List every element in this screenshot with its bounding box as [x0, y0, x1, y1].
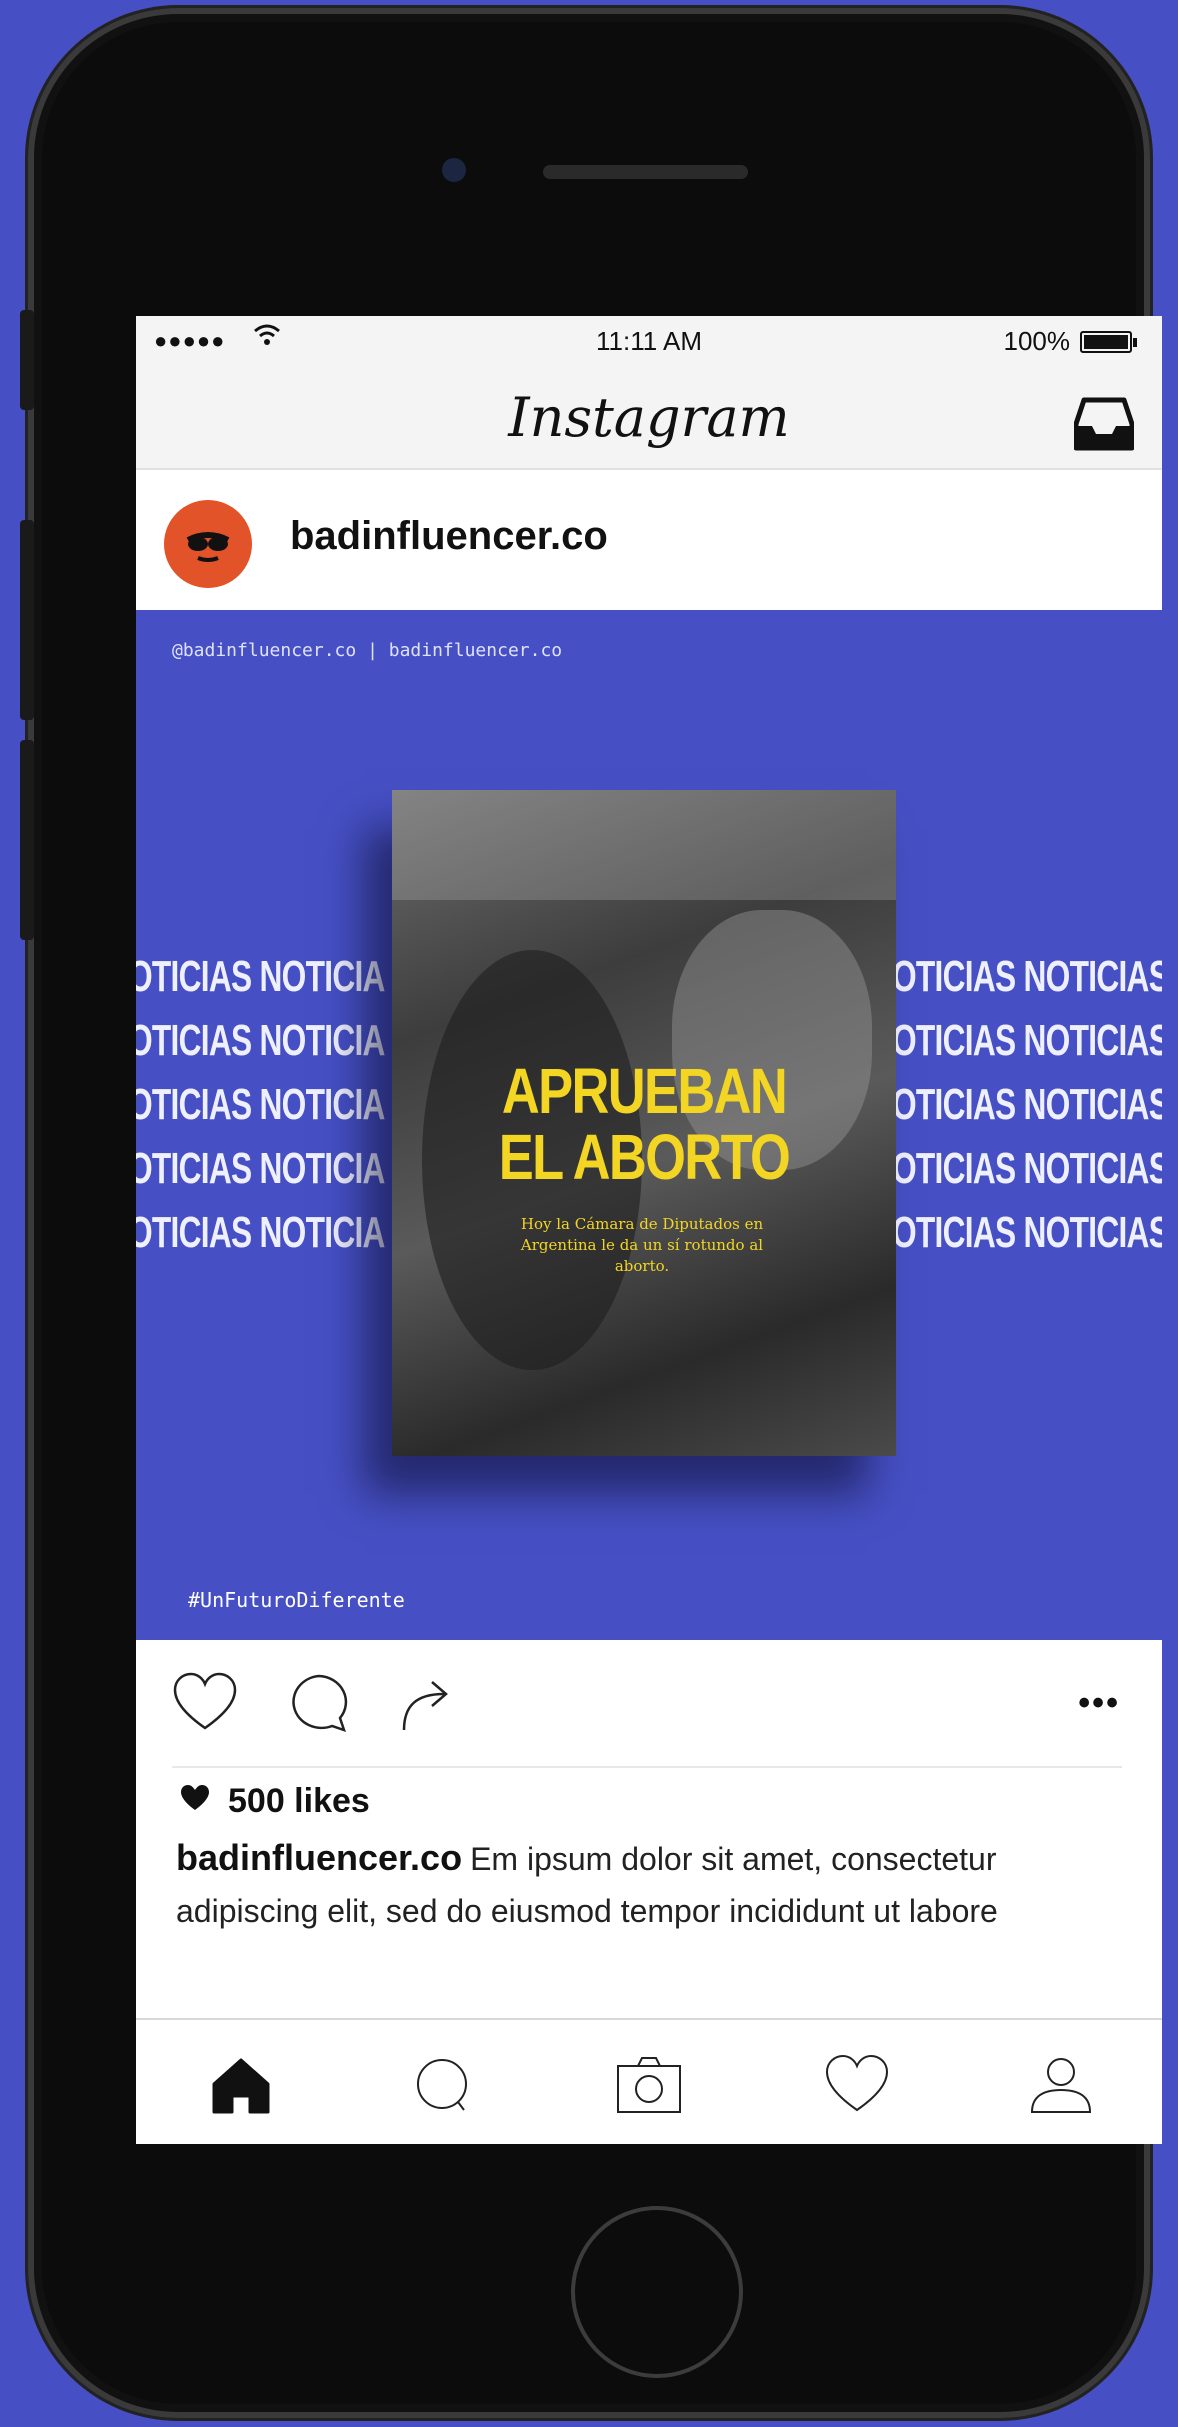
- mute-switch: [20, 310, 34, 410]
- top-navbar: Instagram: [136, 368, 1162, 470]
- avatar[interactable]: [164, 500, 252, 588]
- news-word-right: OTICIAS NOTICIAS: [892, 1080, 1162, 1129]
- post-actions: •••: [136, 1640, 1162, 1768]
- status-bar: ●●●●● 11:11 AM 100%: [136, 316, 1162, 368]
- headline-line-2: EL ABORTO: [498, 1121, 791, 1193]
- home-icon[interactable]: [206, 2050, 276, 2120]
- news-word-left: OTICIAS NOTICIA: [136, 1016, 385, 1065]
- bottom-tab-bar: [136, 2018, 1162, 2144]
- image-credits: @badinfluencer.co | badinfluencer.co: [172, 640, 563, 661]
- front-camera: [442, 158, 466, 182]
- post-caption: badinfluencer.co Em ipsum dolor sit amet,…: [136, 1824, 1162, 1952]
- earpiece-speaker: [543, 165, 748, 179]
- news-word-left: OTICIAS NOTICIA: [136, 1080, 385, 1129]
- news-word-right: OTICIAS NOTICIAS: [892, 1144, 1162, 1193]
- heart-icon: [181, 1785, 209, 1810]
- activity-heart-icon[interactable]: [822, 2050, 892, 2120]
- news-word-left: OTICIAS NOTICIA: [136, 1208, 385, 1257]
- app-screen: ●●●●● 11:11 AM 100% Instagram badinfluen…: [136, 316, 1162, 2144]
- poster-subtitle: Hoy la Cámara de Diputados en Argentina …: [520, 1215, 764, 1275]
- post-image[interactable]: @badinfluencer.co | badinfluencer.co OTI…: [136, 610, 1162, 1640]
- news-word-right: OTICIAS NOTICIAS: [892, 1208, 1162, 1257]
- news-word-right: OTICIAS NOTICIAS: [892, 952, 1162, 1001]
- search-icon[interactable]: [408, 2050, 478, 2120]
- comment-icon[interactable]: [286, 1670, 352, 1736]
- volume-up-button: [20, 520, 34, 720]
- news-word-right: OTICIAS NOTICIAS: [892, 1016, 1162, 1065]
- post-header: badinfluencer.co: [136, 470, 1162, 610]
- post-username[interactable]: badinfluencer.co: [290, 514, 608, 559]
- news-word-left: OTICIAS NOTICIA: [136, 952, 385, 1001]
- news-poster: APRUEBAN EL ABORTO Hoy la Cámara de Dipu…: [392, 790, 896, 1456]
- share-icon[interactable]: [394, 1670, 460, 1736]
- likes-count: 500 likes: [228, 1782, 370, 1820]
- home-button[interactable]: [571, 2206, 743, 2378]
- headline-line-1: APRUEBAN: [501, 1055, 788, 1127]
- battery-icon: [1080, 331, 1137, 353]
- profile-icon[interactable]: [1026, 2050, 1096, 2120]
- inbox-icon[interactable]: [1073, 396, 1135, 452]
- likes-row[interactable]: 500 likes: [136, 1768, 1162, 1824]
- phone-frame: ●●●●● 11:11 AM 100% Instagram badinfluen…: [28, 8, 1162, 2418]
- battery-percentage: 100%: [1003, 326, 1071, 356]
- like-icon[interactable]: [172, 1670, 238, 1736]
- more-options-icon[interactable]: •••: [1078, 1684, 1120, 1723]
- volume-down-button: [20, 740, 34, 940]
- caption-username[interactable]: badinfluencer.co: [176, 1837, 462, 1878]
- camera-icon[interactable]: [614, 2050, 684, 2120]
- poster-headline: APRUEBAN EL ABORTO: [437, 1058, 850, 1190]
- instagram-logo: Instagram: [508, 386, 790, 449]
- news-word-left: OTICIAS NOTICIA: [136, 1144, 385, 1193]
- post-hashtag: #UnFuturoDiferente: [188, 1588, 405, 1612]
